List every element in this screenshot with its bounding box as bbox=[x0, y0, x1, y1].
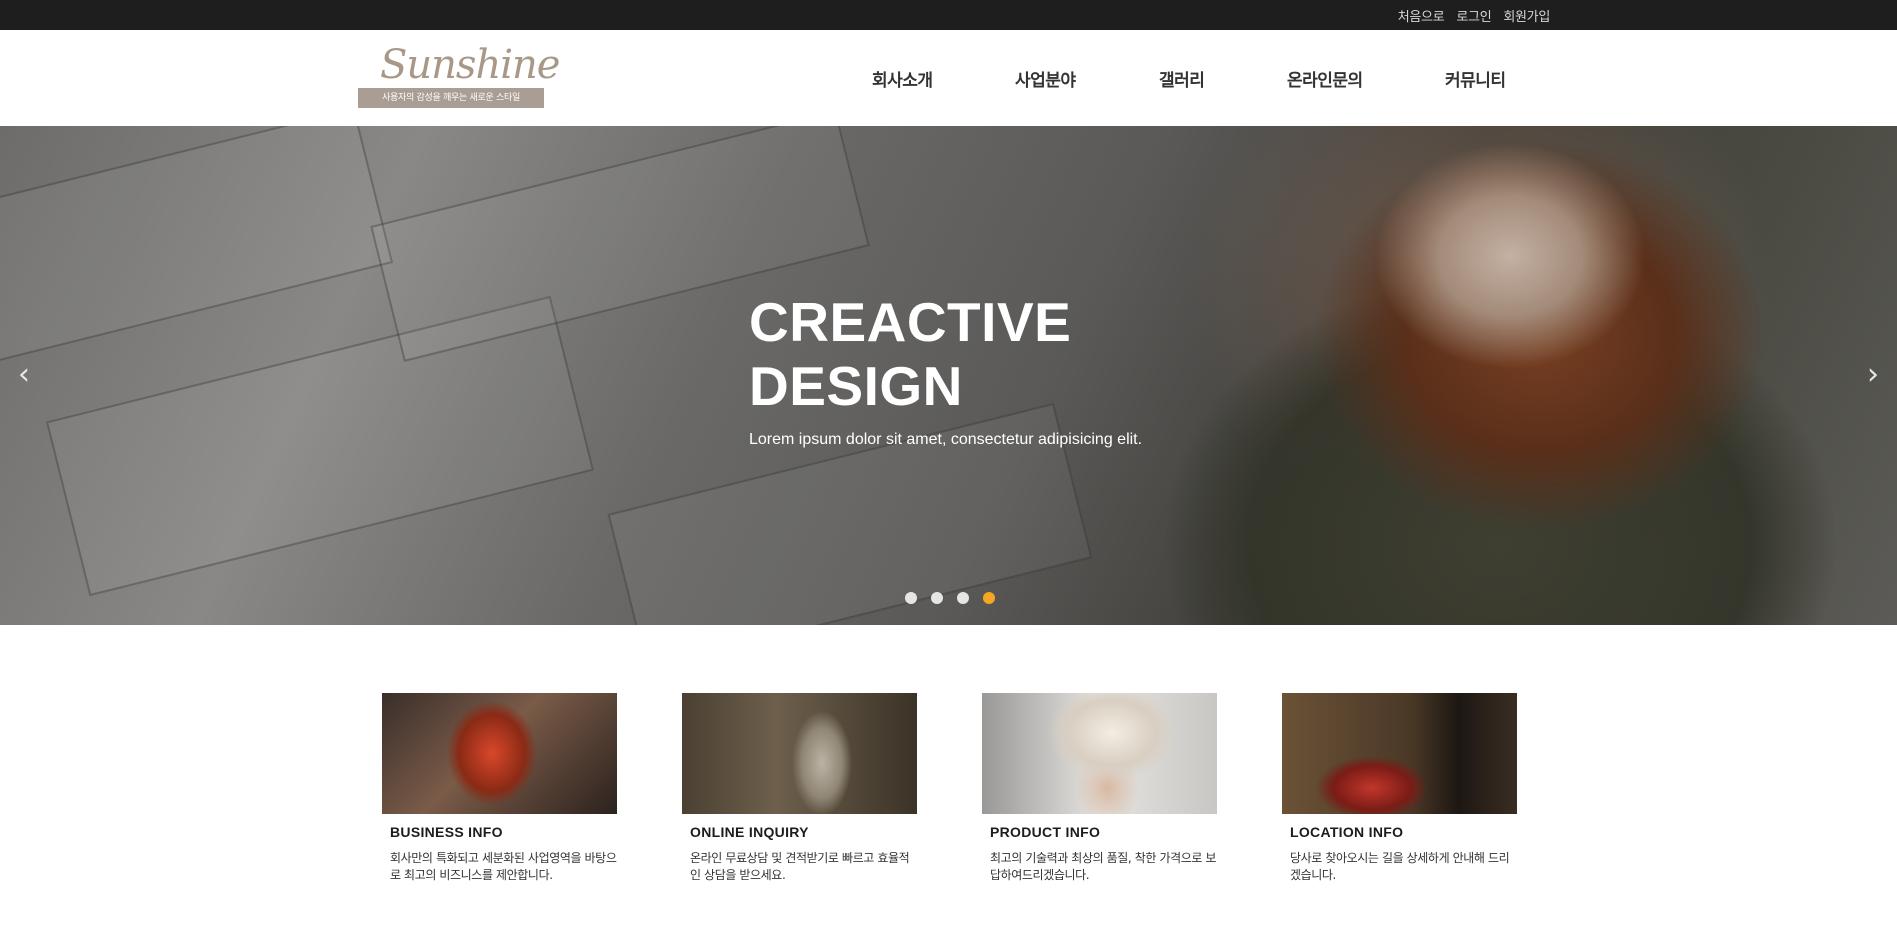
slider-pagination bbox=[905, 592, 995, 604]
card-location-info[interactable]: LOCATION INFO 당사로 찾아오시는 길을 상세하게 안내해 드리겠습… bbox=[1282, 693, 1517, 884]
hero-slider: CREACTIVE DESIGN Lorem ipsum dolor sit a… bbox=[0, 126, 1897, 625]
slider-dot-2[interactable] bbox=[931, 592, 943, 604]
slider-dot-3[interactable] bbox=[957, 592, 969, 604]
nav-item-inquiry[interactable]: 온라인문의 bbox=[1287, 66, 1363, 91]
nav-item-gallery[interactable]: 갤러리 bbox=[1159, 66, 1205, 91]
card-business-info[interactable]: BUSINESS INFO 회사만의 특화되고 세분화된 사업영역을 바탕으로 … bbox=[382, 693, 617, 884]
hero-caption: CREACTIVE DESIGN Lorem ipsum dolor sit a… bbox=[749, 290, 1169, 449]
card-image bbox=[382, 693, 617, 814]
card-online-inquiry[interactable]: ONLINE INQUIRY 온라인 무료상담 및 견적받기로 빠르고 효율적인… bbox=[682, 693, 917, 884]
hero-title-line1: CREACTIVE bbox=[749, 291, 1072, 353]
chevron-left-icon[interactable]: ‹ bbox=[10, 358, 38, 392]
card-description: 최고의 기술력과 최상의 품질, 착한 가격으로 보답하여드리겠습니다. bbox=[990, 851, 1217, 882]
slider-dot-4[interactable] bbox=[983, 592, 995, 604]
card-image bbox=[682, 693, 917, 814]
top-utility-bar: 처음으로 로그인 회원가입 bbox=[0, 0, 1897, 30]
login-link[interactable]: 로그인 bbox=[1456, 6, 1491, 25]
hero-bg-stone bbox=[0, 126, 394, 365]
card-title: ONLINE INQUIRY bbox=[690, 824, 809, 840]
hero-title-line2: DESIGN bbox=[749, 355, 963, 417]
hero-subtitle: Lorem ipsum dolor sit amet, consectetur … bbox=[749, 431, 1143, 448]
logo-tagline: 사용자의 감성을 깨우는 새로운 스타일 bbox=[358, 88, 544, 108]
nav-item-company[interactable]: 회사소개 bbox=[872, 66, 933, 91]
utility-links: 처음으로 로그인 회원가입 bbox=[1398, 0, 1551, 30]
card-title: PRODUCT INFO bbox=[990, 824, 1101, 840]
card-description: 회사만의 특화되고 세분화된 사업영역을 바탕으로 최고의 비즈니스를 제안합니… bbox=[390, 851, 617, 882]
card-image bbox=[1282, 693, 1517, 814]
hero-bg-stone bbox=[45, 295, 595, 597]
info-cards: BUSINESS INFO 회사만의 특화되고 세분화된 사업영역을 바탕으로 … bbox=[382, 693, 1517, 884]
card-product-info[interactable]: PRODUCT INFO 최고의 기술력과 최상의 품질, 착한 가격으로 보답… bbox=[982, 693, 1217, 884]
card-image bbox=[982, 693, 1217, 814]
nav-item-community[interactable]: 커뮤니티 bbox=[1445, 66, 1506, 91]
site-header: Sunshine 사용자의 감성을 깨우는 새로운 스타일 회사소개 사업분야 … bbox=[0, 30, 1897, 126]
logo-script-text: Sunshine bbox=[380, 42, 560, 88]
home-link[interactable]: 처음으로 bbox=[1398, 6, 1445, 25]
card-description: 온라인 무료상담 및 견적받기로 빠르고 효율적인 상담을 받으세요. bbox=[690, 851, 910, 882]
slider-dot-1[interactable] bbox=[905, 592, 917, 604]
card-description: 당사로 찾아오시는 길을 상세하게 안내해 드리겠습니다. bbox=[1290, 851, 1510, 882]
card-title: LOCATION INFO bbox=[1290, 824, 1404, 840]
card-title: BUSINESS INFO bbox=[390, 824, 503, 840]
nav-item-business[interactable]: 사업분야 bbox=[1015, 66, 1076, 91]
hero-title: CREACTIVE DESIGN bbox=[749, 290, 1169, 418]
signup-link[interactable]: 회원가입 bbox=[1503, 6, 1550, 25]
hero-model-photo bbox=[1120, 126, 1897, 625]
chevron-right-icon[interactable]: › bbox=[1859, 358, 1887, 392]
site-logo[interactable]: Sunshine 사용자의 감성을 깨우는 새로운 스타일 bbox=[358, 42, 560, 108]
